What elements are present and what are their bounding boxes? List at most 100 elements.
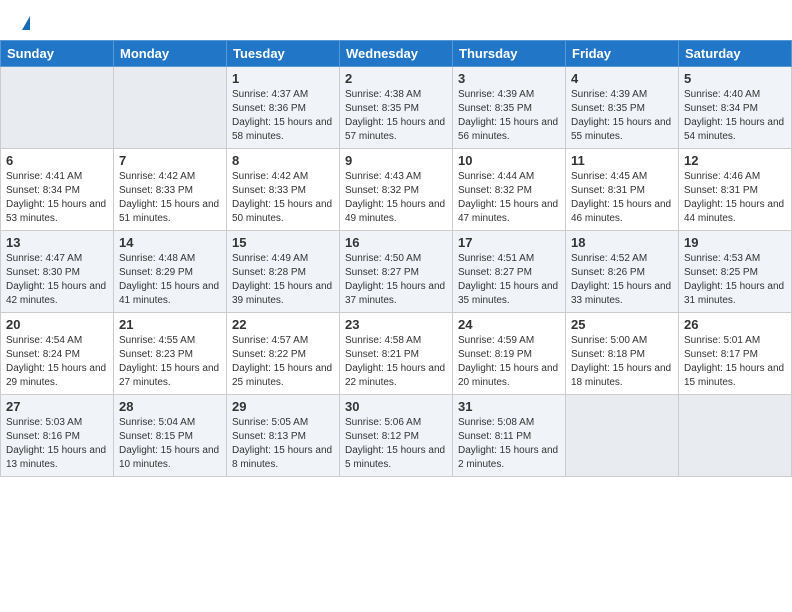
day-info: Sunrise: 4:46 AM Sunset: 8:31 PM Dayligh… (684, 170, 786, 226)
day-number: 25 (571, 317, 673, 332)
day-number: 28 (119, 399, 221, 414)
day-number: 22 (232, 317, 334, 332)
calendar-week-row: 13 Sunrise: 4:47 AM Sunset: 8:30 PM Dayli… (1, 231, 792, 313)
calendar-day-cell: 16Sunrise: 4:50 AM Sunset: 8:27 PM Dayli… (340, 231, 453, 313)
day-info: Sunrise: 4:53 AM Sunset: 8:25 PM Dayligh… (684, 252, 786, 308)
calendar-day-cell: 11 Sunrise: 4:45 AM Sunset: 8:31 PM Dayli… (566, 149, 679, 231)
day-info: Sunrise: 4:54 AM Sunset: 8:24 PM Dayligh… (6, 334, 108, 390)
day-info: Sunrise: 5:06 AM Sunset: 8:12 PM Dayligh… (345, 416, 447, 472)
calendar-day-cell: 1Sunrise: 4:37 AM Sunset: 8:36 PM Daylig… (227, 67, 340, 149)
day-number: 14 (119, 235, 221, 250)
calendar-day-cell: 23 Sunrise: 4:58 AM Sunset: 8:21 PM Dayli… (340, 313, 453, 395)
day-number: 26 (684, 317, 786, 332)
day-info: Sunrise: 4:42 AM Sunset: 8:33 PM Dayligh… (119, 170, 221, 226)
page-header (0, 0, 792, 34)
day-info: Sunrise: 5:01 AM Sunset: 8:17 PM Dayligh… (684, 334, 786, 390)
day-info: Sunrise: 4:39 AM Sunset: 8:35 PM Dayligh… (458, 88, 560, 144)
calendar-day-cell: 27Sunrise: 5:03 AM Sunset: 8:16 PM Dayli… (1, 395, 114, 477)
day-info: Sunrise: 4:47 AM Sunset: 8:30 PM Dayligh… (6, 252, 108, 308)
day-info: Sunrise: 5:04 AM Sunset: 8:15 PM Dayligh… (119, 416, 221, 472)
calendar-day-cell: 21 Sunrise: 4:55 AM Sunset: 8:23 PM Dayli… (114, 313, 227, 395)
day-number: 3 (458, 71, 560, 86)
day-number: 27 (6, 399, 108, 414)
calendar-day-cell: 29 Sunrise: 5:05 AM Sunset: 8:13 PM Dayli… (227, 395, 340, 477)
calendar-day-cell: 8 Sunrise: 4:42 AM Sunset: 8:33 PM Daylig… (227, 149, 340, 231)
day-info: Sunrise: 5:00 AM Sunset: 8:18 PM Dayligh… (571, 334, 673, 390)
weekday-header-thursday: Thursday (453, 41, 566, 67)
calendar-day-cell (1, 67, 114, 149)
calendar-day-cell: 6 Sunrise: 4:41 AM Sunset: 8:34 PM Daylig… (1, 149, 114, 231)
weekday-header-tuesday: Tuesday (227, 41, 340, 67)
calendar-day-cell: 20 Sunrise: 4:54 AM Sunset: 8:24 PM Dayli… (1, 313, 114, 395)
day-info: Sunrise: 4:51 AM Sunset: 8:27 PM Dayligh… (458, 252, 560, 308)
day-number: 19 (684, 235, 786, 250)
calendar-day-cell: 18 Sunrise: 4:52 AM Sunset: 8:26 PM Dayli… (566, 231, 679, 313)
weekday-header-sunday: Sunday (1, 41, 114, 67)
day-number: 30 (345, 399, 447, 414)
day-info: Sunrise: 4:42 AM Sunset: 8:33 PM Dayligh… (232, 170, 334, 226)
day-number: 8 (232, 153, 334, 168)
day-number: 16 (345, 235, 447, 250)
calendar-header-row: SundayMondayTuesdayWednesdayThursdayFrid… (1, 41, 792, 67)
day-info: Sunrise: 4:55 AM Sunset: 8:23 PM Dayligh… (119, 334, 221, 390)
calendar-day-cell: 9Sunrise: 4:43 AM Sunset: 8:32 PM Daylig… (340, 149, 453, 231)
calendar-day-cell: 17 Sunrise: 4:51 AM Sunset: 8:27 PM Dayli… (453, 231, 566, 313)
calendar-day-cell: 14 Sunrise: 4:48 AM Sunset: 8:29 PM Dayli… (114, 231, 227, 313)
weekday-header-friday: Friday (566, 41, 679, 67)
day-number: 20 (6, 317, 108, 332)
day-number: 12 (684, 153, 786, 168)
calendar-day-cell: 5Sunrise: 4:40 AM Sunset: 8:34 PM Daylig… (679, 67, 792, 149)
day-number: 5 (684, 71, 786, 86)
day-info: Sunrise: 4:41 AM Sunset: 8:34 PM Dayligh… (6, 170, 108, 226)
day-number: 15 (232, 235, 334, 250)
day-number: 13 (6, 235, 108, 250)
calendar-day-cell (114, 67, 227, 149)
day-number: 4 (571, 71, 673, 86)
calendar-day-cell: 13 Sunrise: 4:47 AM Sunset: 8:30 PM Dayli… (1, 231, 114, 313)
day-info: Sunrise: 4:45 AM Sunset: 8:31 PM Dayligh… (571, 170, 673, 226)
day-number: 6 (6, 153, 108, 168)
day-number: 31 (458, 399, 560, 414)
calendar-day-cell: 10Sunrise: 4:44 AM Sunset: 8:32 PM Dayli… (453, 149, 566, 231)
day-info: Sunrise: 5:05 AM Sunset: 8:13 PM Dayligh… (232, 416, 334, 472)
day-number: 23 (345, 317, 447, 332)
day-info: Sunrise: 4:57 AM Sunset: 8:22 PM Dayligh… (232, 334, 334, 390)
calendar-day-cell: 3 Sunrise: 4:39 AM Sunset: 8:35 PM Daylig… (453, 67, 566, 149)
calendar-day-cell: 22 Sunrise: 4:57 AM Sunset: 8:22 PM Dayli… (227, 313, 340, 395)
day-info: Sunrise: 4:39 AM Sunset: 8:35 PM Dayligh… (571, 88, 673, 144)
calendar-day-cell (679, 395, 792, 477)
day-number: 9 (345, 153, 447, 168)
logo (20, 16, 30, 30)
calendar-day-cell: 15Sunrise: 4:49 AM Sunset: 8:28 PM Dayli… (227, 231, 340, 313)
calendar-table: SundayMondayTuesdayWednesdayThursdayFrid… (0, 40, 792, 477)
calendar-day-cell: 25 Sunrise: 5:00 AM Sunset: 8:18 PM Dayli… (566, 313, 679, 395)
calendar-day-cell: 31Sunrise: 5:08 AM Sunset: 8:11 PM Dayli… (453, 395, 566, 477)
weekday-header-saturday: Saturday (679, 41, 792, 67)
calendar-week-row: 1Sunrise: 4:37 AM Sunset: 8:36 PM Daylig… (1, 67, 792, 149)
day-number: 17 (458, 235, 560, 250)
day-number: 11 (571, 153, 673, 168)
day-number: 18 (571, 235, 673, 250)
day-info: Sunrise: 4:59 AM Sunset: 8:19 PM Dayligh… (458, 334, 560, 390)
weekday-header-monday: Monday (114, 41, 227, 67)
day-info: Sunrise: 4:52 AM Sunset: 8:26 PM Dayligh… (571, 252, 673, 308)
day-info: Sunrise: 4:48 AM Sunset: 8:29 PM Dayligh… (119, 252, 221, 308)
weekday-header-wednesday: Wednesday (340, 41, 453, 67)
day-number: 21 (119, 317, 221, 332)
calendar-day-cell: 26 Sunrise: 5:01 AM Sunset: 8:17 PM Dayli… (679, 313, 792, 395)
day-info: Sunrise: 4:38 AM Sunset: 8:35 PM Dayligh… (345, 88, 447, 144)
logo-triangle-icon (22, 16, 30, 30)
day-number: 29 (232, 399, 334, 414)
calendar-day-cell: 2Sunrise: 4:38 AM Sunset: 8:35 PM Daylig… (340, 67, 453, 149)
day-info: Sunrise: 4:44 AM Sunset: 8:32 PM Dayligh… (458, 170, 560, 226)
day-number: 24 (458, 317, 560, 332)
calendar-day-cell: 28 Sunrise: 5:04 AM Sunset: 8:15 PM Dayli… (114, 395, 227, 477)
calendar-week-row: 27Sunrise: 5:03 AM Sunset: 8:16 PM Dayli… (1, 395, 792, 477)
calendar-week-row: 20 Sunrise: 4:54 AM Sunset: 8:24 PM Dayli… (1, 313, 792, 395)
day-info: Sunrise: 4:37 AM Sunset: 8:36 PM Dayligh… (232, 88, 334, 144)
day-info: Sunrise: 4:58 AM Sunset: 8:21 PM Dayligh… (345, 334, 447, 390)
day-number: 7 (119, 153, 221, 168)
calendar-day-cell: 30 Sunrise: 5:06 AM Sunset: 8:12 PM Dayli… (340, 395, 453, 477)
calendar-day-cell: 7 Sunrise: 4:42 AM Sunset: 8:33 PM Daylig… (114, 149, 227, 231)
calendar-day-cell: 24 Sunrise: 4:59 AM Sunset: 8:19 PM Dayli… (453, 313, 566, 395)
